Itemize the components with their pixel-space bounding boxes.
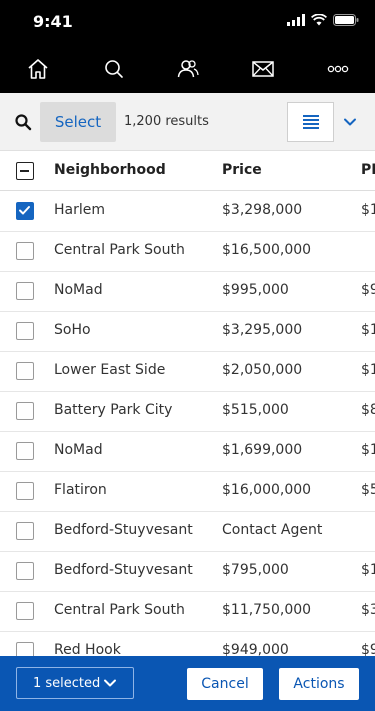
status-time: 9:41 — [33, 12, 73, 31]
row-checkbox[interactable] — [16, 602, 34, 620]
search-icon[interactable] — [101, 56, 127, 82]
price-cell: $995,000 — [222, 282, 289, 298]
battery-icon — [333, 14, 359, 26]
row-checkbox[interactable] — [16, 242, 34, 260]
row-checkbox[interactable] — [16, 322, 34, 340]
price-cell: $16,000,000 — [222, 482, 312, 498]
pp-cell: $1 — [361, 322, 375, 338]
chevron-down-icon[interactable] — [341, 113, 359, 131]
table-row[interactable]: Flatiron $16,000,000 $5 — [0, 471, 375, 512]
column-header-price[interactable]: Price — [222, 162, 262, 178]
column-header-pp[interactable]: PP — [361, 162, 375, 178]
column-header-neighborhood[interactable]: Neighborhood — [54, 162, 166, 178]
table-row[interactable]: Battery Park City $515,000 $8 — [0, 391, 375, 432]
top-bar: 9:41 — [0, 0, 375, 93]
price-cell: $3,298,000 — [222, 202, 303, 218]
row-checkbox[interactable] — [16, 522, 34, 540]
pp-cell: $1 — [361, 442, 375, 458]
neighborhood-cell: SoHo — [54, 322, 91, 338]
row-checkbox[interactable] — [16, 562, 34, 580]
selection-count: 1 selected — [33, 675, 101, 691]
row-checkbox[interactable] — [16, 282, 34, 300]
search-icon[interactable] — [14, 113, 32, 131]
status-bar: 9:41 — [0, 0, 375, 44]
neighborhood-cell: Lower East Side — [54, 362, 166, 378]
table-row[interactable]: NoMad $1,699,000 $1 — [0, 431, 375, 472]
neighborhood-cell: Battery Park City — [54, 402, 173, 418]
more-icon[interactable] — [325, 56, 351, 82]
pp-cell: $9 — [361, 282, 375, 298]
pp-cell: $5 — [361, 482, 375, 498]
pp-cell: $1 — [361, 562, 375, 578]
pp-cell: $1 — [361, 362, 375, 378]
table-row[interactable]: Central Park South $16,500,000 — [0, 231, 375, 272]
select-all-checkbox[interactable] — [16, 162, 34, 180]
pp-cell: $1 — [361, 202, 375, 218]
price-cell: Contact Agent — [222, 522, 323, 538]
chevron-down-icon — [104, 679, 116, 687]
price-cell: $16,500,000 — [222, 242, 312, 258]
table-header: Neighborhood Price PP — [0, 150, 375, 191]
table-row[interactable]: Harlem $3,298,000 $1 — [0, 191, 375, 232]
wifi-icon — [311, 14, 327, 26]
neighborhood-cell: NoMad — [54, 442, 103, 458]
table-row[interactable]: Central Park South $11,750,000 $3 — [0, 591, 375, 632]
row-checkbox[interactable] — [16, 202, 34, 220]
list-icon — [302, 115, 319, 129]
table-row[interactable]: Bedford-Stuyvesant Contact Agent — [0, 511, 375, 552]
neighborhood-cell: Bedford-Stuyvesant — [54, 562, 193, 578]
table-row[interactable]: SoHo $3,295,000 $1 — [0, 311, 375, 352]
row-checkbox[interactable] — [16, 482, 34, 500]
price-cell: $1,699,000 — [222, 442, 303, 458]
table-row[interactable]: Bedford-Stuyvesant $795,000 $1 — [0, 551, 375, 592]
results-toolbar: Select 1,200 results — [0, 93, 375, 151]
row-checkbox[interactable] — [16, 362, 34, 380]
home-icon[interactable] — [25, 56, 51, 82]
signal-icon — [287, 14, 305, 26]
neighborhood-cell: Central Park South — [54, 602, 185, 618]
select-button[interactable]: Select — [40, 102, 116, 142]
main-nav — [0, 44, 375, 93]
table-row[interactable]: Lower East Side $2,050,000 $1 — [0, 351, 375, 392]
row-checkbox[interactable] — [16, 402, 34, 420]
results-count: 1,200 results — [124, 114, 209, 129]
status-icons — [287, 14, 359, 26]
cancel-button[interactable]: Cancel — [187, 668, 263, 700]
mail-icon[interactable] — [250, 56, 276, 82]
pp-cell: $3 — [361, 602, 375, 618]
table-row[interactable]: NoMad $995,000 $9 — [0, 271, 375, 312]
price-cell: $3,295,000 — [222, 322, 303, 338]
neighborhood-cell: Bedford-Stuyvesant — [54, 522, 193, 538]
pp-cell: $8 — [361, 402, 375, 418]
selection-dropdown[interactable]: 1 selected — [16, 667, 134, 699]
price-cell: $2,050,000 — [222, 362, 303, 378]
price-cell: $515,000 — [222, 402, 289, 418]
row-checkbox[interactable] — [16, 442, 34, 460]
people-icon[interactable] — [175, 56, 201, 82]
price-cell: $795,000 — [222, 562, 289, 578]
neighborhood-cell: Harlem — [54, 202, 106, 218]
checkmark-icon — [19, 206, 30, 215]
actions-button[interactable]: Actions — [279, 668, 359, 700]
neighborhood-cell: Central Park South — [54, 242, 185, 258]
neighborhood-cell: Flatiron — [54, 482, 107, 498]
list-view-button[interactable] — [287, 102, 334, 142]
price-cell: $11,750,000 — [222, 602, 312, 618]
neighborhood-cell: NoMad — [54, 282, 103, 298]
selection-action-bar: 1 selected Cancel Actions — [0, 656, 375, 711]
